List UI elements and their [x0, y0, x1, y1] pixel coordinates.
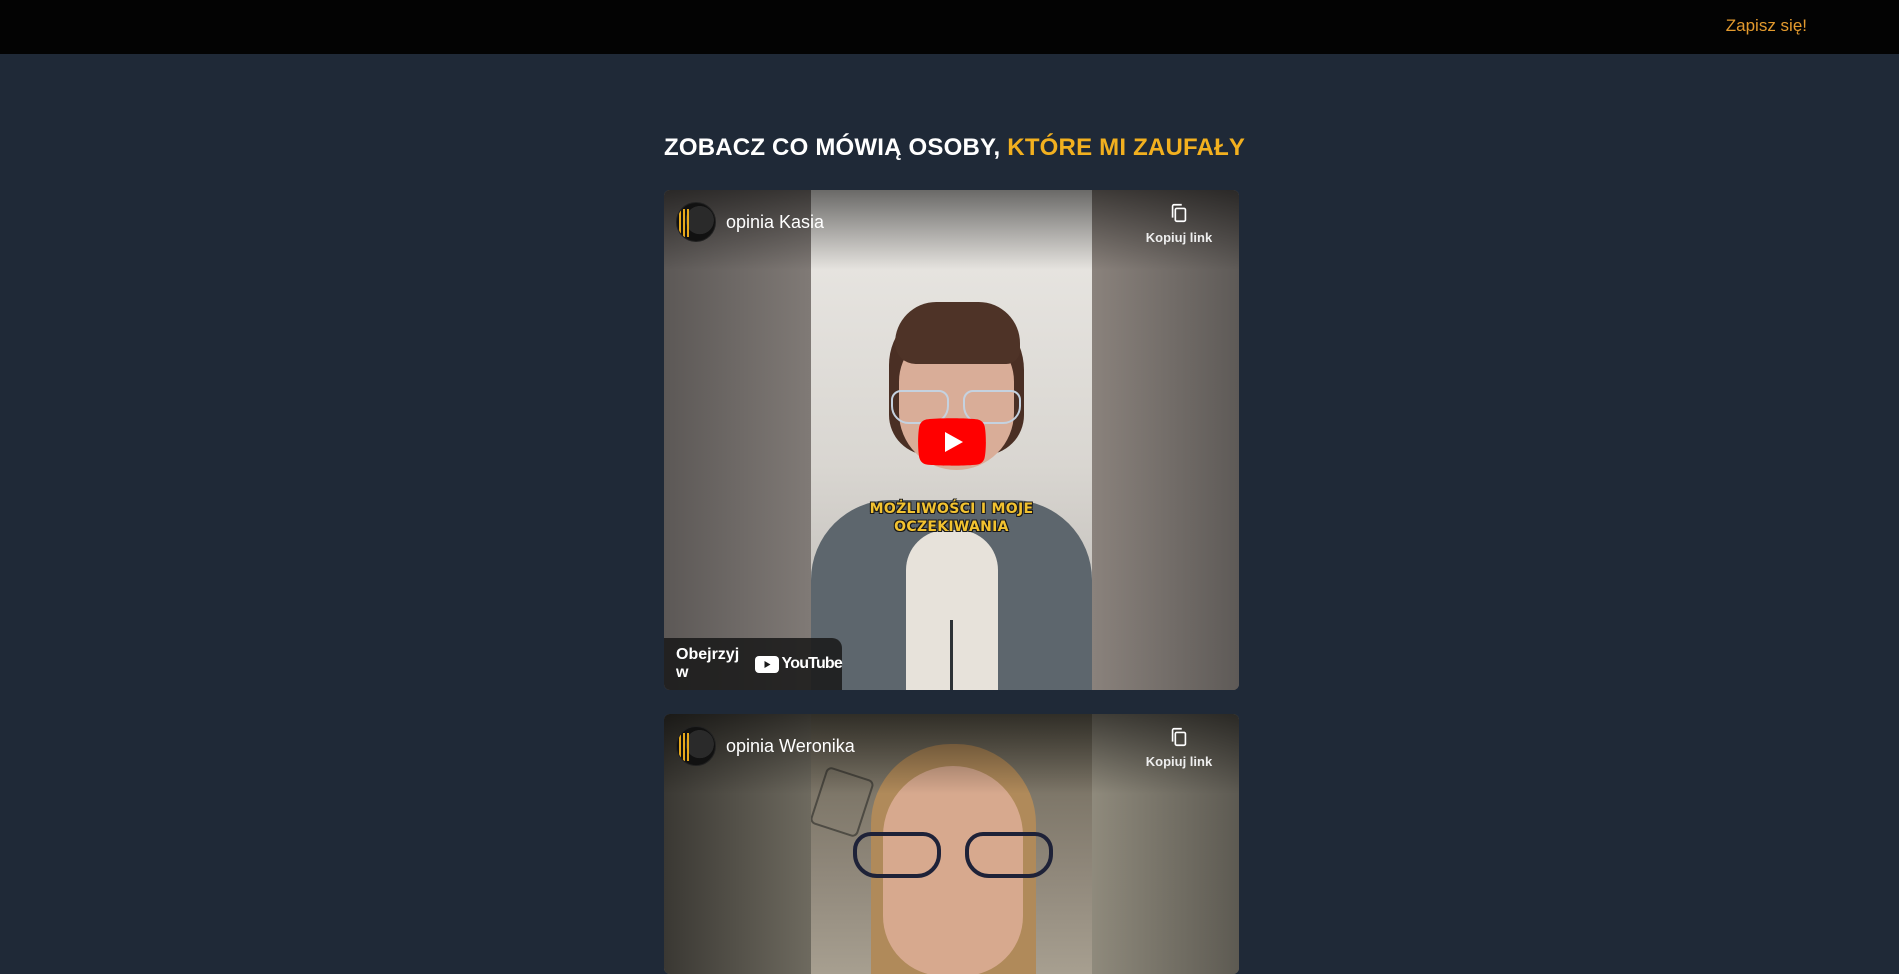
- heading-accent: KTÓRE MI ZAUFAŁY: [1007, 134, 1246, 161]
- caption-line-1: MOŻLIWOŚCI I MOJE: [869, 501, 1034, 517]
- copy-link-button[interactable]: Kopiuj link: [1139, 202, 1219, 245]
- signup-link[interactable]: Zapisz się!: [1726, 16, 1807, 36]
- video-embed-weronika[interactable]: opinia Weronika Kopiuj link: [664, 714, 1239, 974]
- thumbnail-bangs: [895, 302, 1020, 364]
- video-caption: MOŻLIWOŚCI I MOJE OCZEKIWANIA: [811, 500, 1092, 536]
- video-title[interactable]: opinia Kasia: [726, 212, 824, 233]
- copy-icon: [1171, 727, 1187, 747]
- copy-icon: [1171, 203, 1187, 223]
- watch-on-youtube-button[interactable]: Obejrzyj w YouTube: [664, 638, 843, 690]
- youtube-wordmark: YouTube: [781, 655, 843, 672]
- thumbnail-glasses: [853, 832, 1053, 880]
- play-button[interactable]: [918, 418, 986, 466]
- video-embed-kasia[interactable]: MOŻLIWOŚCI I MOJE OCZEKIWANIA opinia Kas…: [664, 190, 1239, 690]
- glasses-lens-left: [853, 832, 941, 878]
- copy-link-label: Kopiuj link: [1145, 754, 1213, 769]
- copy-link-label: Kopiuj link: [1145, 230, 1213, 245]
- glasses-lens-right: [965, 832, 1053, 878]
- channel-avatar[interactable]: [676, 726, 716, 766]
- section-heading: ZOBACZ CO MÓWIĄ OSOBY, KTÓRE MI ZAUFAŁY: [664, 134, 1245, 162]
- avatar-stripes: [679, 209, 691, 237]
- heading-plain: ZOBACZ CO MÓWIĄ OSOBY,: [664, 134, 1001, 161]
- thumbnail-zip: [950, 620, 953, 690]
- video-title[interactable]: opinia Weronika: [726, 736, 855, 757]
- watch-on-label: Obejrzyj w: [676, 646, 740, 681]
- copy-link-button[interactable]: Kopiuj link: [1139, 726, 1219, 769]
- caption-line-2: OCZEKIWANIA: [894, 519, 1009, 535]
- top-navbar: Zapisz się!: [0, 0, 1899, 54]
- youtube-logo-icon: [754, 655, 779, 673]
- youtube-logo: YouTube: [754, 655, 843, 673]
- avatar-stripes: [679, 733, 691, 761]
- channel-avatar[interactable]: [676, 202, 716, 242]
